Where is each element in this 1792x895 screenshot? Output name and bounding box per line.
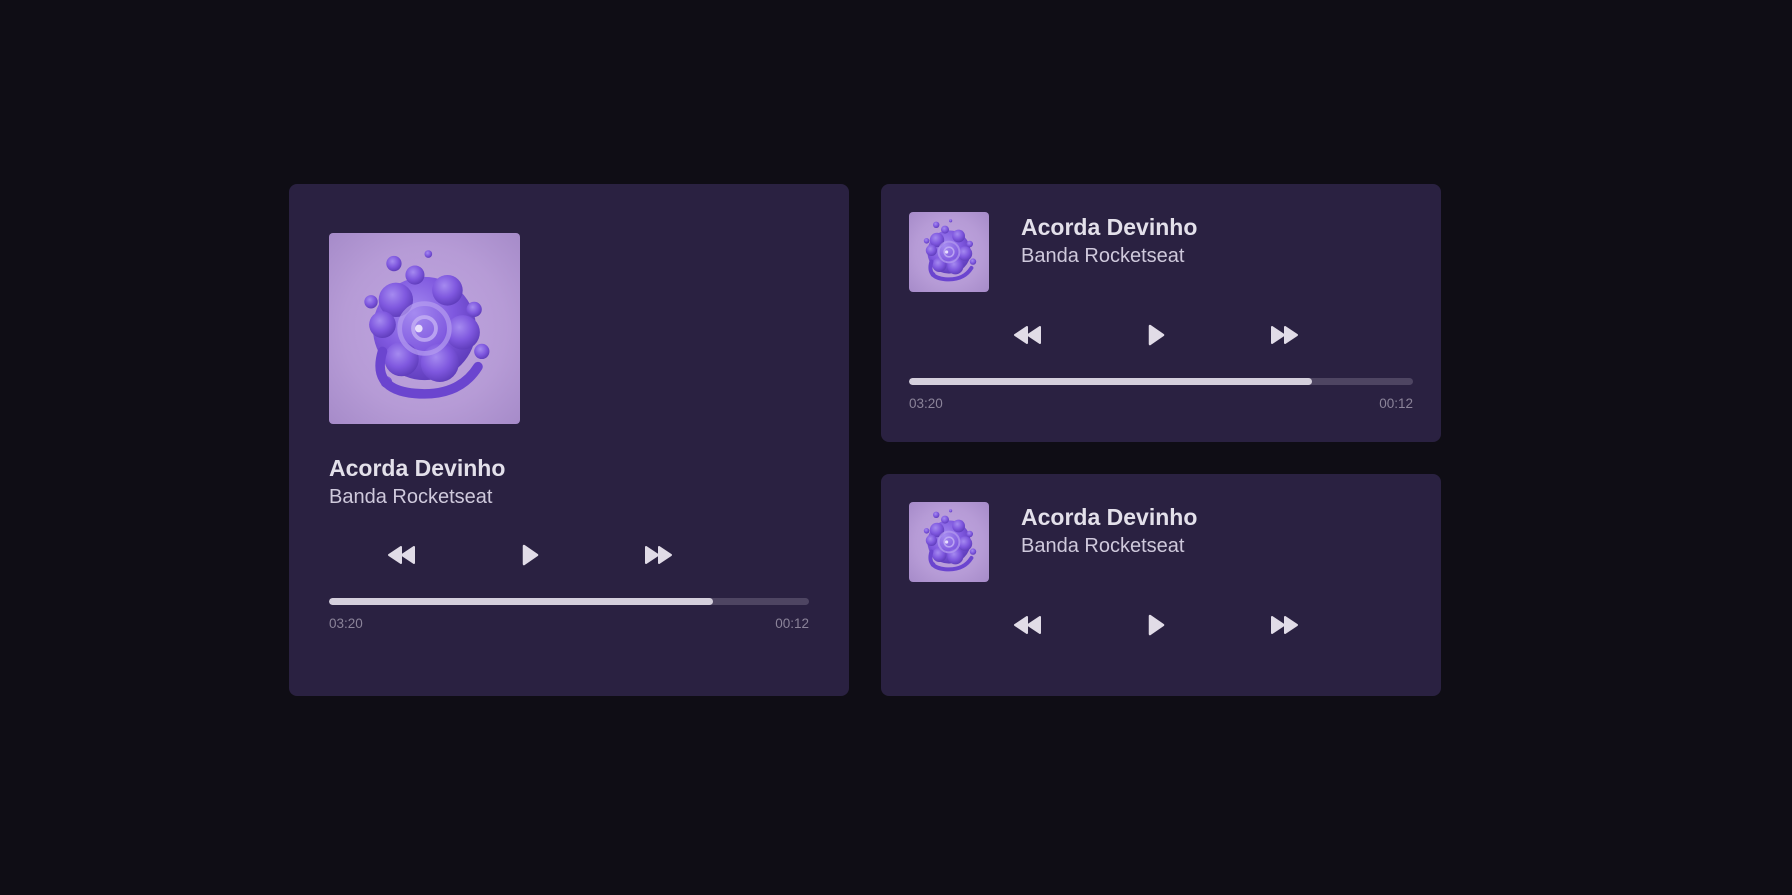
player-card-large: Acorda Devinho Banda Rocketseat 03:20 00…: [289, 184, 849, 696]
song-title: Acorda Devinho: [1021, 504, 1198, 530]
album-art-icon: [909, 502, 989, 582]
play-button[interactable]: [1139, 611, 1173, 639]
fast-forward-button[interactable]: [1267, 611, 1301, 639]
rewind-icon: [1013, 615, 1043, 635]
player-card-medium: Acorda Devinho Banda Rocketseat 03:20 00…: [881, 184, 1441, 442]
elapsed-time: 03:20: [329, 616, 363, 631]
rewind-button[interactable]: [385, 541, 419, 569]
elapsed-time: 03:20: [909, 396, 943, 411]
total-time: 00:12: [1379, 396, 1413, 411]
progress-bar[interactable]: [329, 598, 809, 605]
progress-fill: [909, 378, 1313, 385]
rewind-button[interactable]: [1011, 321, 1045, 349]
album-art-icon: [909, 212, 989, 292]
play-button[interactable]: [513, 541, 547, 569]
fast-forward-icon: [1269, 615, 1299, 635]
fast-forward-icon: [1269, 325, 1299, 345]
artist-name: Banda Rocketseat: [329, 486, 493, 508]
total-time: 00:12: [775, 616, 809, 631]
song-title: Acorda Devinho: [329, 455, 506, 481]
fast-forward-icon: [643, 545, 673, 565]
play-icon: [1147, 324, 1165, 346]
play-button[interactable]: [1139, 321, 1173, 349]
fast-forward-button[interactable]: [641, 541, 675, 569]
song-title: Acorda Devinho: [1021, 214, 1198, 240]
fast-forward-button[interactable]: [1267, 321, 1301, 349]
artist-name: Banda Rocketseat: [1021, 535, 1185, 557]
progress-fill: [329, 598, 713, 605]
rewind-button[interactable]: [1011, 611, 1045, 639]
rewind-icon: [1013, 325, 1043, 345]
progress-bar[interactable]: [909, 378, 1413, 385]
album-art-icon: [329, 233, 520, 424]
player-card-small: Acorda Devinho Banda Rocketseat: [881, 474, 1441, 696]
play-icon: [1147, 614, 1165, 636]
rewind-icon: [387, 545, 417, 565]
artist-name: Banda Rocketseat: [1021, 245, 1185, 267]
play-icon: [521, 544, 539, 566]
